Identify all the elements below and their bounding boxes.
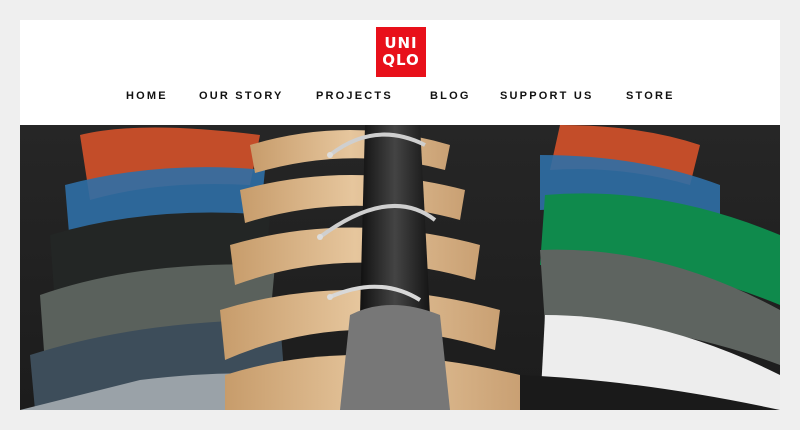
rail-base [340,305,450,410]
nav-projects[interactable]: PROJECTS [316,90,393,102]
logo-text-top: UNI [384,34,418,52]
clothes-rail [360,125,430,325]
page-frame: UNI QLO HOME OUR STORY PROJECTS BLOG SUP… [20,20,780,410]
logo-text-bottom: QLO [382,51,420,69]
nav-store[interactable]: STORE [626,90,675,102]
site-header: UNI QLO HOME OUR STORY PROJECTS BLOG SUP… [20,20,780,125]
nav-blog[interactable]: BLOG [430,90,471,102]
main-navigation: HOME OUR STORY PROJECTS BLOG SUPPORT US … [20,90,780,108]
nav-home[interactable]: HOME [126,90,168,102]
hero-photo-illustration [20,125,780,410]
brand-logo[interactable]: UNI QLO [376,27,426,77]
hero-image [20,125,780,410]
nav-our-story[interactable]: OUR STORY [199,90,284,102]
nav-support-us[interactable]: SUPPORT US [500,90,594,102]
